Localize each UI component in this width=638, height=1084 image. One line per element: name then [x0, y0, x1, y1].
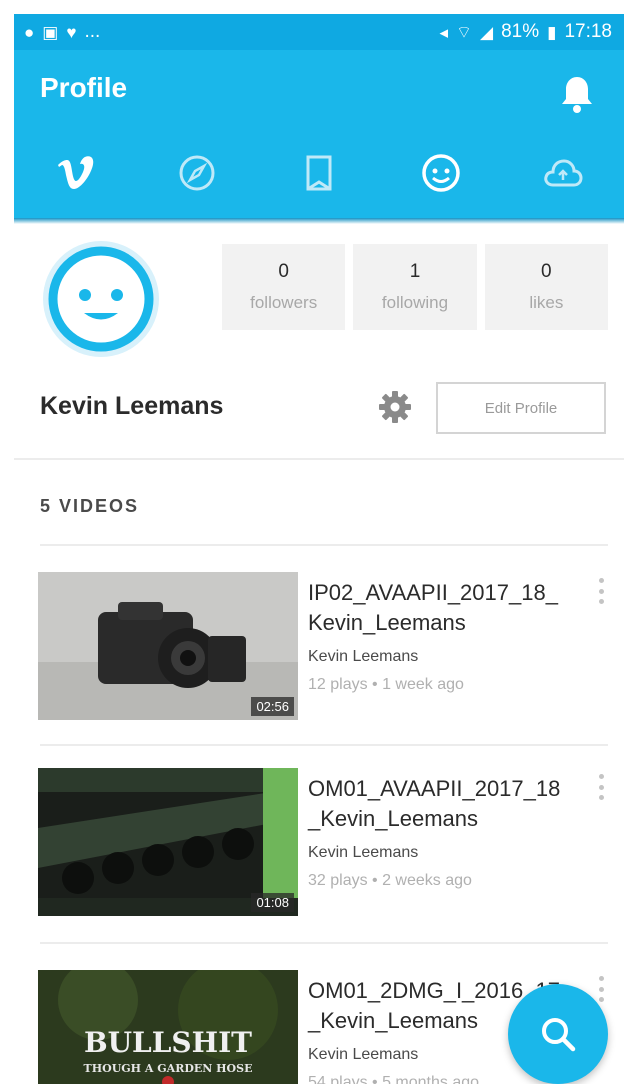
battery-icon: ▮	[547, 22, 557, 42]
bookmark-icon	[306, 155, 332, 191]
video-duration: 01:08	[251, 893, 294, 912]
notifications-bell-icon[interactable]	[560, 74, 594, 114]
cloud-upload-icon	[544, 159, 583, 187]
status-ellipsis: ...	[84, 21, 101, 42]
more-options-icon[interactable]	[594, 576, 608, 606]
tab-profile[interactable]	[406, 143, 476, 203]
video-title[interactable]: OM01_AVAAPII_2017_18_Kevin_Leemans	[308, 774, 568, 834]
profile-stats: 0 followers 1 following 0 likes	[222, 244, 608, 330]
stat-following[interactable]: 1 following	[353, 244, 477, 330]
more-options-icon[interactable]	[594, 974, 608, 1004]
tab-home[interactable]	[40, 143, 110, 203]
video-title[interactable]: IP02_AVAAPII_2017_18_Kevin_Leemans	[308, 578, 568, 638]
search-icon	[542, 1018, 576, 1052]
image-icon: ▣	[42, 22, 59, 42]
settings-gear-icon[interactable]	[378, 390, 412, 424]
stat-label: followers	[250, 293, 318, 312]
video-duration: 02:56	[251, 697, 294, 716]
video-row[interactable]: 02:56 IP02_AVAAPII_2017_18_Kevin_Leemans…	[0, 540, 638, 720]
status-time: 17:18	[564, 21, 612, 42]
video-thumbnail[interactable]: 02:56	[38, 572, 298, 720]
video-meta: 54 plays • 5 months ago	[308, 1074, 480, 1084]
status-right: ◂ ⌔ ◢ 81% ▮ 17:18	[439, 21, 612, 43]
profile-name: Kevin Leemans	[40, 392, 224, 420]
video-meta: 32 plays • 2 weeks ago	[308, 872, 472, 889]
tab-upload[interactable]	[528, 143, 598, 203]
app-bar-shadow	[14, 218, 624, 224]
thumbnail-text-title: BULLSHIT	[84, 1026, 252, 1059]
stat-label: following	[381, 293, 449, 312]
video-author[interactable]: Kevin Leemans	[308, 1046, 418, 1064]
stat-count: 1	[409, 261, 421, 282]
vimeo-logo-icon	[58, 156, 94, 189]
bullshit-thumbnail-image: BULLSHIT THOUGH A GARDEN HOSE	[38, 970, 298, 1084]
video-author[interactable]: Kevin Leemans	[308, 844, 418, 862]
video-author[interactable]: Kevin Leemans	[308, 648, 418, 666]
page-title: Profile	[40, 72, 128, 103]
face-icon	[422, 154, 460, 192]
search-fab-button[interactable]	[508, 984, 608, 1084]
heart-icon: ♥	[66, 22, 77, 42]
mute-icon: ◂	[439, 22, 448, 42]
tab-explore[interactable]	[162, 143, 232, 203]
stat-label: likes	[529, 293, 564, 312]
stat-count: 0	[541, 261, 552, 282]
stat-count: 0	[278, 261, 289, 282]
battery-percent: 81%	[501, 21, 540, 42]
messenger-icon: ●	[24, 22, 35, 42]
status-left: ● ▣ ♥ ...	[24, 21, 100, 43]
wifi-icon: ⌔	[456, 22, 472, 42]
divider	[14, 458, 624, 460]
thumbnail-text-subtitle: THOUGH A GARDEN HOSE	[84, 1062, 253, 1075]
tab-watch-later[interactable]	[284, 143, 354, 203]
video-row[interactable]: 01:08 OM01_AVAAPII_2017_18_Kevin_Leemans…	[0, 736, 638, 916]
video-meta: 12 plays • 1 week ago	[308, 676, 464, 693]
stat-likes[interactable]: 0 likes	[484, 244, 608, 330]
status-bar: ● ▣ ♥ ... ◂ ⌔ ◢ 81% ▮ 17:18	[14, 14, 624, 50]
more-options-icon[interactable]	[594, 772, 608, 802]
edit-profile-button[interactable]: Edit Profile	[436, 382, 606, 434]
signal-icon: ◢	[479, 22, 494, 42]
video-thumbnail[interactable]: 01:08	[38, 768, 298, 916]
video-thumbnail[interactable]: BULLSHIT THOUGH A GARDEN HOSE	[38, 970, 298, 1084]
tab-nav	[14, 138, 624, 208]
avatar[interactable]	[42, 240, 160, 358]
compass-icon	[179, 155, 215, 191]
stat-followers[interactable]: 0 followers	[222, 244, 346, 330]
videos-count-header: 5 VIDEOS	[40, 496, 140, 516]
app-bar: Profile	[14, 50, 624, 218]
